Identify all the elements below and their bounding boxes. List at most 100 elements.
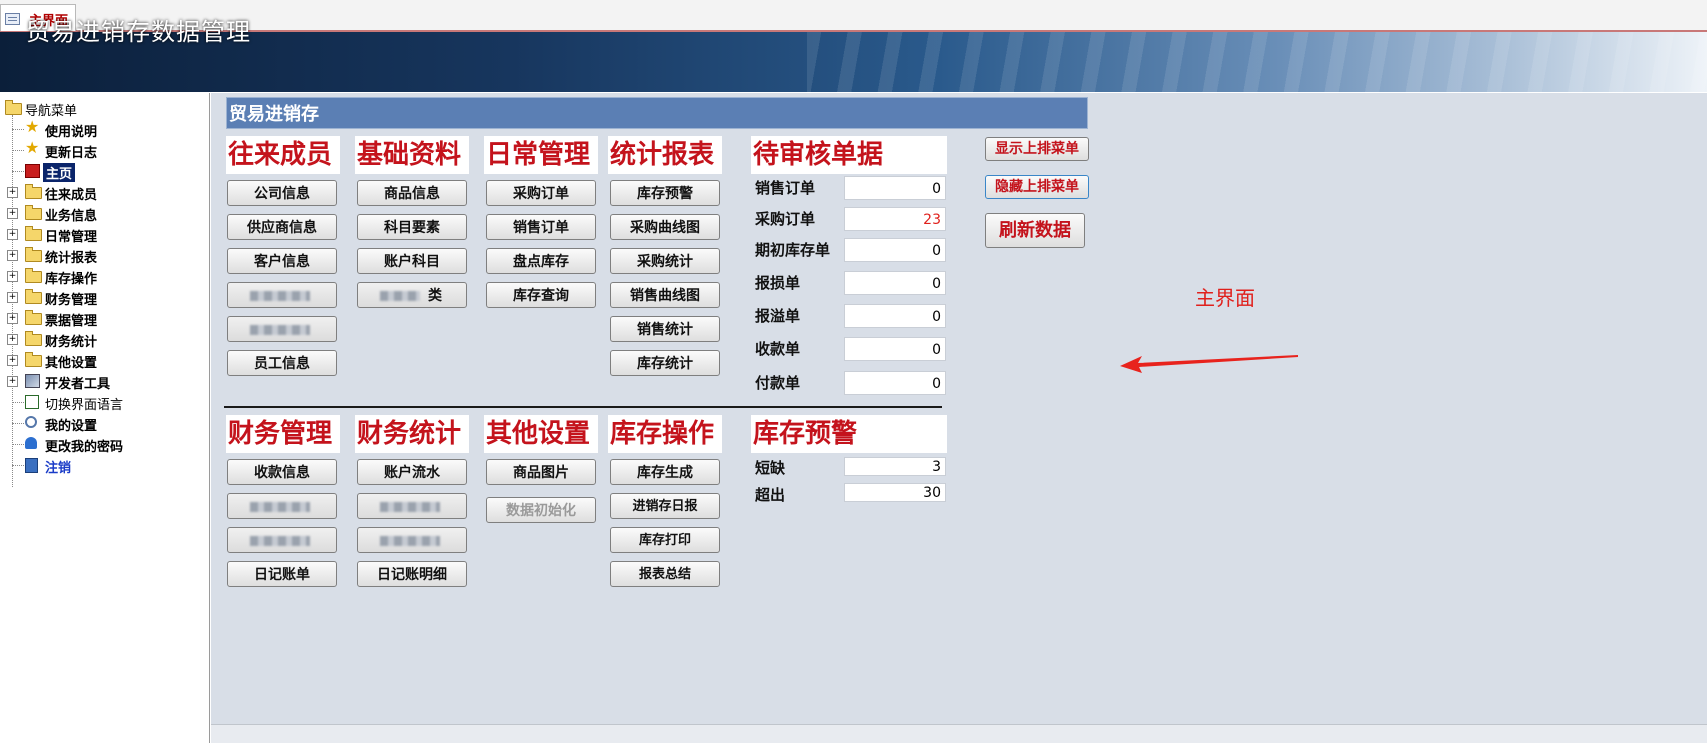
navigation-pane: 导航菜单 ★ 使用说明 ★ 更新日志 主页 + 往来成员 + 业务信息 + 日常… bbox=[0, 93, 210, 743]
pending-label: 报溢单 bbox=[755, 307, 801, 325]
stocktake-button[interactable]: 盘点库存 bbox=[486, 248, 596, 274]
journal-detail-button[interactable]: 日记账明细 bbox=[357, 561, 467, 587]
form-icon bbox=[5, 13, 20, 25]
section-divider bbox=[224, 406, 942, 408]
folder-icon bbox=[25, 310, 42, 325]
supplier-info-button[interactable]: 供应商信息 bbox=[227, 214, 337, 240]
hide-top-menu-button[interactable]: 隐藏上排菜单 bbox=[985, 175, 1089, 199]
purchase-order-button[interactable]: 采购订单 bbox=[486, 180, 596, 206]
stock-warning-button[interactable]: 库存预警 bbox=[610, 180, 720, 206]
redacted-button[interactable] bbox=[357, 527, 467, 553]
star-icon: ★ bbox=[25, 138, 40, 157]
warning-label: 超出 bbox=[755, 486, 786, 504]
employee-info-button[interactable]: 员工信息 bbox=[227, 350, 337, 376]
expand-icon[interactable]: + bbox=[7, 229, 18, 240]
inventory-query-button[interactable]: 库存查询 bbox=[486, 282, 596, 308]
settings-icon bbox=[25, 416, 37, 428]
folder-icon bbox=[25, 247, 42, 262]
document-tab-strip bbox=[0, 0, 1707, 32]
expand-icon[interactable]: + bbox=[7, 208, 18, 219]
pending-value: 0 bbox=[844, 271, 946, 295]
folder-icon bbox=[25, 205, 42, 220]
tools-icon bbox=[25, 374, 40, 388]
annotation-arrow-icon bbox=[1120, 355, 1298, 373]
group-title-daily: 日常管理 bbox=[484, 136, 598, 174]
pending-label: 收款单 bbox=[755, 340, 801, 358]
product-info-button[interactable]: 商品信息 bbox=[357, 180, 467, 206]
category-button[interactable]: 类 bbox=[357, 282, 467, 308]
home-icon bbox=[25, 164, 40, 178]
redacted-button[interactable] bbox=[357, 493, 467, 519]
pending-label: 付款单 bbox=[755, 374, 801, 392]
star-icon: ★ bbox=[25, 117, 40, 136]
folder-icon bbox=[25, 184, 42, 199]
logout-icon bbox=[25, 458, 38, 473]
user-key-icon bbox=[25, 437, 37, 449]
expand-icon[interactable]: + bbox=[7, 313, 18, 324]
group-title-inventory-ops: 库存操作 bbox=[608, 415, 722, 453]
warning-label: 短缺 bbox=[755, 459, 786, 477]
redacted-button[interactable] bbox=[227, 316, 337, 342]
pending-value: 0 bbox=[844, 371, 946, 395]
expand-icon[interactable]: + bbox=[7, 292, 18, 303]
expand-icon[interactable]: + bbox=[7, 187, 18, 198]
group-title-contacts: 往来成员 bbox=[226, 136, 340, 174]
app-title: 贸易进销存数据管理 bbox=[26, 18, 251, 46]
expand-icon[interactable]: + bbox=[7, 334, 18, 345]
redacted-label bbox=[380, 536, 440, 546]
folder-icon bbox=[25, 331, 42, 346]
sales-order-button[interactable]: 销售订单 bbox=[486, 214, 596, 240]
header-banner bbox=[0, 32, 1707, 92]
company-info-button[interactable]: 公司信息 bbox=[227, 180, 337, 206]
annotation-label: 主界面 bbox=[1195, 286, 1255, 310]
group-title-stock-warning: 库存预警 bbox=[751, 415, 947, 453]
panel-title: 贸易进销存 bbox=[229, 104, 319, 125]
show-top-menu-button[interactable]: 显示上排菜单 bbox=[985, 137, 1089, 161]
pending-label: 期初库存单 bbox=[755, 241, 831, 259]
refresh-data-button[interactable]: 刷新数据 bbox=[985, 213, 1085, 248]
redacted-label bbox=[250, 536, 310, 546]
data-init-button[interactable]: 数据初始化 bbox=[486, 497, 596, 523]
expand-icon[interactable]: + bbox=[7, 271, 18, 282]
pending-value: 0 bbox=[844, 304, 946, 328]
receipt-info-button[interactable]: 收款信息 bbox=[227, 459, 337, 485]
folder-icon bbox=[25, 352, 42, 367]
expand-icon[interactable]: + bbox=[7, 250, 18, 261]
pending-label: 报损单 bbox=[755, 274, 801, 292]
redacted-label bbox=[380, 291, 420, 301]
group-title-pending: 待审核单据 bbox=[751, 136, 947, 174]
purchase-stats-button[interactable]: 采购统计 bbox=[610, 248, 720, 274]
group-title-finance: 财务管理 bbox=[226, 415, 340, 453]
purchase-chart-button[interactable]: 采购曲线图 bbox=[610, 214, 720, 240]
redacted-button[interactable] bbox=[227, 527, 337, 553]
sales-chart-button[interactable]: 销售曲线图 bbox=[610, 282, 720, 308]
folder-open-icon bbox=[5, 100, 22, 115]
generate-inventory-button[interactable]: 库存生成 bbox=[610, 459, 720, 485]
daily-report-button[interactable]: 进销存日报 bbox=[610, 493, 720, 519]
category-button-label: 类 bbox=[428, 288, 442, 304]
product-images-button[interactable]: 商品图片 bbox=[486, 459, 596, 485]
redacted-button[interactable] bbox=[227, 282, 337, 308]
pending-value: 0 bbox=[844, 337, 946, 361]
sales-stats-button[interactable]: 销售统计 bbox=[610, 316, 720, 342]
warning-value: 3 bbox=[844, 457, 946, 476]
warning-value: 30 bbox=[844, 483, 946, 502]
inventory-stats-button[interactable]: 库存统计 bbox=[610, 350, 720, 376]
expand-icon[interactable]: + bbox=[7, 355, 18, 366]
print-inventory-button[interactable]: 库存打印 bbox=[610, 527, 720, 553]
group-title-other-settings: 其他设置 bbox=[484, 415, 598, 453]
redacted-label bbox=[250, 325, 310, 335]
report-summary-button[interactable]: 报表总结 bbox=[610, 561, 720, 587]
group-title-finance-stats: 财务统计 bbox=[355, 415, 469, 453]
expand-icon[interactable]: + bbox=[7, 376, 18, 387]
pending-label: 采购订单 bbox=[755, 210, 816, 228]
customer-info-button[interactable]: 客户信息 bbox=[227, 248, 337, 274]
folder-icon bbox=[25, 226, 42, 241]
account-flow-button[interactable]: 账户流水 bbox=[357, 459, 467, 485]
redacted-button[interactable] bbox=[227, 493, 337, 519]
group-title-reports: 统计报表 bbox=[608, 136, 722, 174]
account-subject-button[interactable]: 账户科目 bbox=[357, 248, 467, 274]
redacted-label bbox=[250, 502, 310, 512]
account-elements-button[interactable]: 科目要素 bbox=[357, 214, 467, 240]
journal-button[interactable]: 日记账单 bbox=[227, 561, 337, 587]
